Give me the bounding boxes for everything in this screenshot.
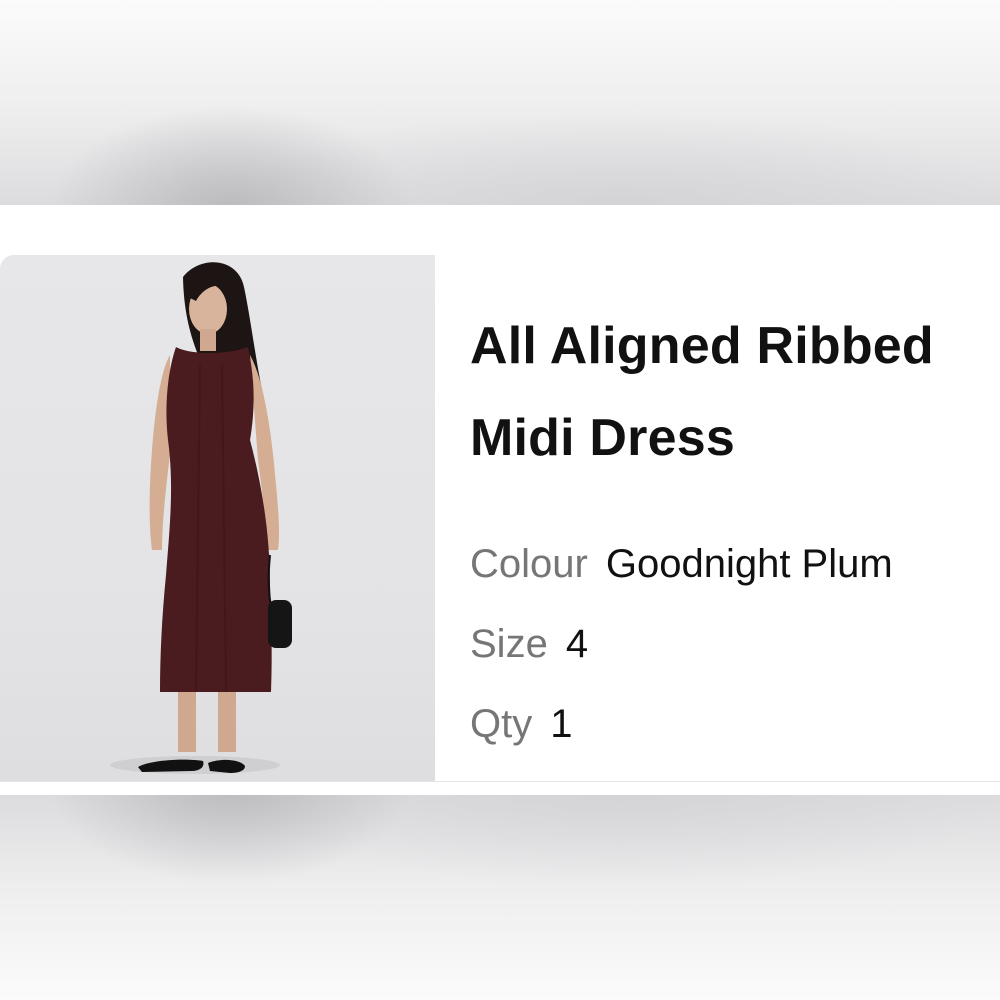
- product-title-line-2: Midi Dress: [470, 409, 735, 467]
- right-leg: [218, 692, 236, 752]
- product-info: All Aligned Ribbed Midi Dress Colour Good…: [470, 300, 995, 746]
- size-label: Size: [470, 622, 548, 666]
- product-image[interactable]: [0, 255, 435, 782]
- product-photo-illustration: [110, 262, 292, 774]
- colour-attribute: Colour Goodnight Plum: [470, 540, 893, 588]
- size-value: 4: [565, 622, 589, 666]
- handbag: [268, 600, 292, 648]
- screenshot-frame: All Aligned Ribbed Midi Dress Colour Good…: [0, 0, 1000, 1000]
- neck: [200, 329, 216, 351]
- qty-attribute: Qty 1: [470, 700, 572, 748]
- colour-value: Goodnight Plum: [605, 542, 893, 586]
- qty-label: Qty: [470, 702, 533, 746]
- left-arm: [149, 355, 170, 550]
- qty-value: 1: [550, 702, 573, 746]
- blurred-background-top: [0, 0, 1000, 205]
- card-divider: [0, 781, 1000, 782]
- cart-item-card[interactable]: All Aligned Ribbed Midi Dress Colour Good…: [0, 205, 1000, 795]
- size-attribute: Size 4: [470, 620, 588, 668]
- product-title[interactable]: All Aligned Ribbed Midi Dress: [470, 300, 995, 484]
- colour-label: Colour: [470, 542, 588, 586]
- product-title-line-1: All Aligned Ribbed: [470, 317, 934, 375]
- blurred-background-bottom: [0, 795, 1000, 1000]
- left-leg: [178, 692, 196, 752]
